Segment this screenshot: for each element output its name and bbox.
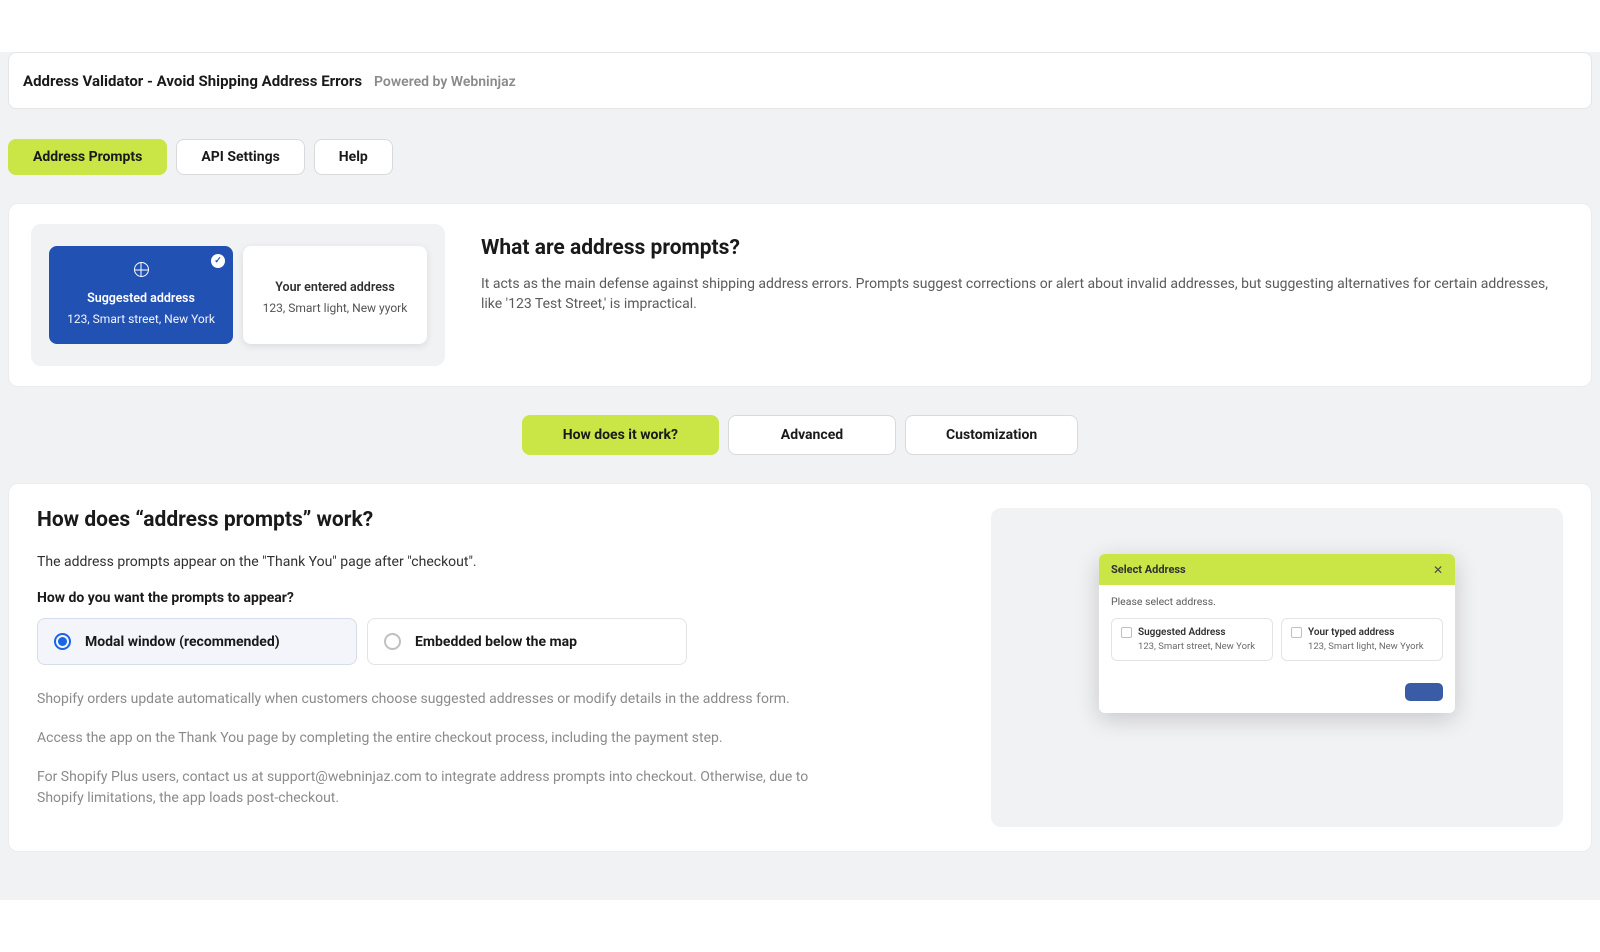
subtab-how-it-works[interactable]: How does it work? [522,415,719,455]
info-text: What are address prompts? It acts as the… [481,224,1569,315]
option-embedded[interactable]: Embedded below the map [367,618,687,665]
modal-opt-value: 123, Smart light, New Yyork [1308,641,1433,652]
option-embedded-label: Embedded below the map [415,634,577,650]
suggested-address-line: 123, Smart street, New York [61,312,221,326]
tab-address-prompts[interactable]: Address Prompts [8,139,167,175]
work-question: How do you want the prompts to appear? [37,590,941,606]
modal-title: Select Address [1111,563,1186,576]
tab-api-settings[interactable]: API Settings [176,139,304,175]
modal-option-suggested[interactable]: Suggested Address 123, Smart street, New… [1111,618,1273,661]
secondary-tabs: How does it work? Advanced Customization [8,415,1592,455]
globe-icon [134,262,149,277]
entered-address-title: Your entered address [255,280,415,295]
modal-message: Please select address. [1111,595,1443,608]
checkbox-icon [1121,627,1132,638]
modal-preview-pane: Select Address ✕ Please select address. … [991,508,1563,827]
suggested-address-title: Suggested address [61,291,221,306]
option-modal-window[interactable]: Modal window (recommended) [37,618,357,665]
modal-opt-value: 123, Smart street, New York [1138,641,1263,652]
modal-header: Select Address ✕ [1099,554,1455,585]
option-modal-label: Modal window (recommended) [85,634,280,650]
modal-option-typed[interactable]: Your typed address 123, Smart light, New… [1281,618,1443,661]
modal-body: Please select address. Suggested Address… [1099,585,1455,673]
work-intro: The address prompts appear on the "Thank… [37,554,941,570]
radio-icon [54,633,71,650]
note-shopify-plus: For Shopify Plus users, contact us at su… [37,767,857,809]
how-it-works-card: How does “address prompts” work? The add… [8,483,1592,852]
primary-tabs: Address Prompts API Settings Help [8,139,1592,175]
info-card: ✓ Suggested address 123, Smart street, N… [8,203,1592,387]
modal-footer [1099,673,1455,713]
info-heading: What are address prompts? [481,236,1549,260]
select-address-modal: Select Address ✕ Please select address. … [1099,554,1455,713]
work-heading: How does “address prompts” work? [37,508,941,532]
tab-help[interactable]: Help [314,139,393,175]
app-title: Address Validator - Avoid Shipping Addre… [23,72,362,90]
entered-address-card[interactable]: Your entered address 123, Smart light, N… [243,246,427,344]
radio-icon [384,633,401,650]
modal-opt-title: Your typed address [1308,627,1394,638]
note-access: Access the app on the Thank You page by … [37,728,857,749]
entered-address-line: 123, Smart light, New yyork [255,301,415,315]
suggested-address-card[interactable]: ✓ Suggested address 123, Smart street, N… [49,246,233,344]
app-header: Address Validator - Avoid Shipping Addre… [8,52,1592,109]
address-preview: ✓ Suggested address 123, Smart street, N… [31,224,445,366]
modal-options: Suggested Address 123, Smart street, New… [1111,618,1443,661]
checkbox-icon [1291,627,1302,638]
check-icon: ✓ [211,254,225,268]
subtab-advanced[interactable]: Advanced [728,415,896,455]
modal-confirm-button[interactable] [1405,683,1443,701]
how-it-works-content: How does “address prompts” work? The add… [37,508,941,827]
subtab-customization[interactable]: Customization [905,415,1078,455]
modal-opt-title: Suggested Address [1138,627,1226,638]
page: Address Validator - Avoid Shipping Addre… [0,52,1600,900]
display-mode-options: Modal window (recommended) Embedded belo… [37,618,941,665]
note-auto-update: Shopify orders update automatically when… [37,689,857,710]
close-icon[interactable]: ✕ [1433,564,1443,576]
info-body: It acts as the main defense against ship… [481,274,1549,315]
powered-by-label: Powered by Webninjaz [374,74,516,90]
